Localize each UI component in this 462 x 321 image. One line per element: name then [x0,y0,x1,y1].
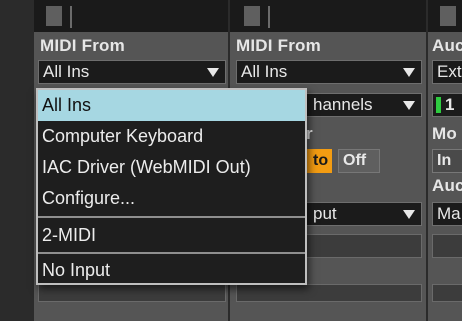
track-2-header-divider [268,6,270,28]
midi-from-dropdown-menu: All Ins Computer Keyboard IAC Driver (We… [36,88,307,285]
track-1-bottom-field[interactable] [38,284,226,302]
track-3-monitor-in-button[interactable]: In [432,149,462,173]
track-3-audio-from-label: Auc [432,36,462,55]
menu-item-no-input[interactable]: No Input [38,255,305,286]
track-header-1 [34,0,228,32]
track-2-header-square[interactable] [244,6,260,26]
track-3-channel-value: 1 [445,95,455,114]
track-3-audio-to-select[interactable]: Ma [432,202,462,226]
track-2-monitor-off-label: Off [343,152,367,169]
menu-item-all-ins[interactable]: All Ins [38,90,305,121]
track-1-header-square[interactable] [46,6,62,26]
track-2-midi-from-select[interactable]: All Ins [236,60,422,84]
chevron-down-icon [403,210,415,219]
track-2-channel-value: hannels [313,95,373,114]
track-2-output-value: put [313,204,337,223]
track-3-header-square[interactable] [440,6,456,26]
menu-divider [38,216,305,218]
track-2-bottom-field[interactable] [236,284,422,302]
track-2-monitor-off-button[interactable]: Off [338,149,380,173]
track-1-midi-from-select[interactable]: All Ins [38,60,226,84]
track-2-midi-from-label: MIDI From [236,36,321,55]
menu-item-computer-keyboard[interactable]: Computer Keyboard [38,121,305,152]
track-3-bottom-field[interactable] [432,284,462,302]
track-2-monitor-label: r [306,124,313,143]
track-3-audio-from-value: Ext [437,62,462,81]
menu-item-2-midi[interactable]: 2-MIDI [38,220,305,251]
menu-item-iac-driver[interactable]: IAC Driver (WebMIDI Out) [38,152,305,183]
chevron-down-icon [403,101,415,110]
menu-item-configure[interactable]: Configure... [38,183,305,214]
track-3-sub-field[interactable] [432,234,462,258]
track-3-monitor-in-label: In [437,152,452,169]
menu-divider [38,252,305,254]
track-3-audio-to-label: Auc [432,176,462,195]
chevron-down-icon [207,68,219,77]
level-meter-icon [436,97,441,113]
track-1-midi-from-label: MIDI From [40,36,125,55]
track-3-audio-from-select[interactable]: Ext [432,60,462,84]
track-1-midi-from-value: All Ins [43,62,90,81]
track-2-monitor-auto-label: to [313,152,329,169]
track-3-audio-to-value: Ma [437,204,461,223]
chevron-down-icon [403,68,415,77]
track-2-midi-from-value: All Ins [241,62,288,81]
track-3-monitor-label: Mo [432,124,457,143]
track-1-header-divider [70,6,72,28]
track-3-channel-field[interactable]: 1 [432,93,462,117]
